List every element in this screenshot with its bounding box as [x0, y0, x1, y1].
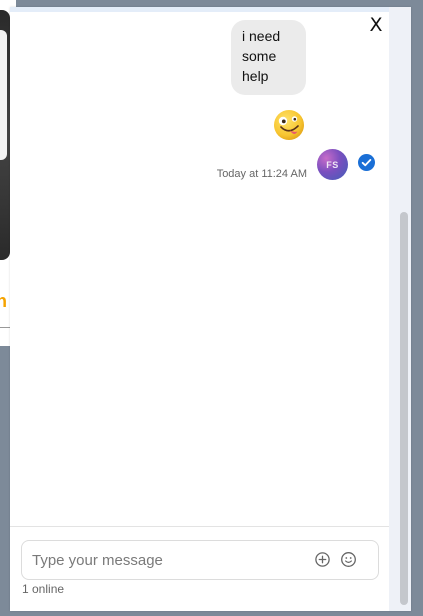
message-line: i need [242, 28, 281, 44]
message-line: help [242, 68, 269, 84]
check-circle-icon [358, 154, 375, 171]
emoji-button[interactable] [340, 551, 357, 568]
zany-face-emoji [274, 110, 304, 140]
scrollbar-thumb[interactable] [400, 212, 408, 605]
online-status: 1 online [22, 582, 65, 596]
background-laptop-screen [0, 30, 7, 160]
attach-button[interactable] [314, 551, 331, 568]
background-orange-text: n [0, 291, 7, 311]
message-line: some [242, 48, 277, 64]
close-button[interactable]: X [365, 15, 387, 35]
message-timestamp: Today at 11:24 AM [216, 168, 307, 180]
composer-divider [10, 526, 389, 527]
chat-header-strip [10, 7, 389, 12]
smiley-icon [341, 552, 356, 567]
plus-circle-icon [315, 552, 330, 567]
chat-widget: X i need some help Today at 11:24 AM FS [10, 7, 411, 611]
message-bubble: i need some help [231, 20, 306, 95]
message-composer [21, 540, 379, 580]
scrollbar[interactable] [389, 7, 411, 611]
avatar: FS [317, 149, 348, 180]
message-input[interactable] [32, 550, 292, 570]
